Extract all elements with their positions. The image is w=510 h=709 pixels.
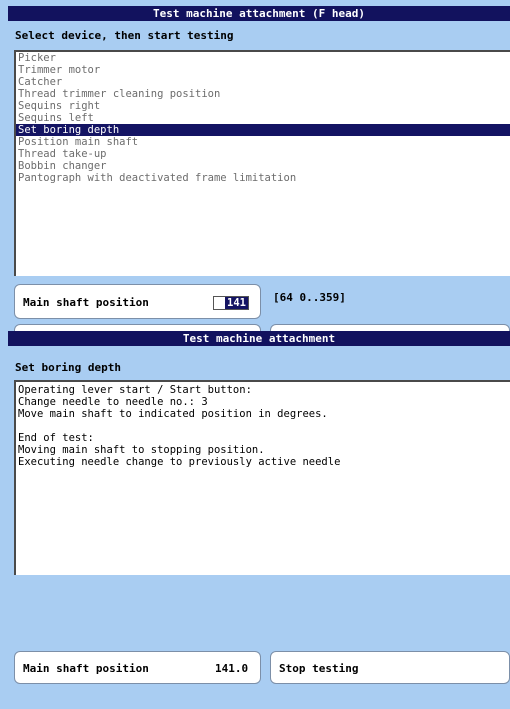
device-list-item[interactable]: Picker: [16, 52, 510, 64]
bottom-heading: Set boring depth: [15, 361, 121, 374]
main-shaft-label-top: Main shaft position: [23, 296, 149, 309]
main-shaft-range: [64 0..359]: [273, 291, 346, 304]
device-list-item[interactable]: Bobbin changer: [16, 160, 510, 172]
device-list-item[interactable]: Sequins left: [16, 112, 510, 124]
description-line: Operating lever start / Start button:: [18, 384, 252, 396]
main-shaft-value-selected: 141: [225, 297, 248, 309]
device-list-item[interactable]: Position main shaft: [16, 136, 510, 148]
bottom-title-bar: Test machine attachment: [8, 331, 510, 346]
test-description-box: Operating lever start / Start button: Cha…: [14, 380, 510, 575]
device-list-item[interactable]: Thread take-up: [16, 148, 510, 160]
stop-testing-label: Stop testing: [279, 662, 359, 675]
description-line: Moving main shaft to stopping position.: [18, 444, 265, 456]
device-list-item[interactable]: Catcher: [16, 76, 510, 88]
main-shaft-value-bottom: 141.0: [215, 662, 249, 675]
main-shaft-position-field-top[interactable]: Main shaft position 141: [14, 284, 261, 319]
description-line: Change needle to needle no.: 3: [18, 396, 208, 408]
description-line: Executing needle change to previously ac…: [18, 456, 341, 468]
main-shaft-value-input[interactable]: 141: [213, 296, 249, 310]
description-line: [18, 420, 508, 432]
stop-testing-button[interactable]: Stop testing: [270, 651, 510, 684]
device-list-item[interactable]: Trimmer motor: [16, 64, 510, 76]
select-device-instruction: Select device, then start testing: [15, 29, 234, 42]
device-list-item[interactable]: Pantograph with deactivated frame limita…: [16, 172, 510, 184]
device-list-item[interactable]: Set boring depth: [16, 124, 510, 136]
main-shaft-label-bottom: Main shaft position: [23, 662, 149, 675]
description-line: Move main shaft to indicated position in…: [18, 408, 328, 420]
device-list[interactable]: Picker Trimmer motor Catcher Thread trimmer…: [14, 50, 510, 276]
main-shaft-position-field-bottom: Main shaft position 141.0: [14, 651, 261, 684]
bottom-title-text: Test machine attachment: [182, 332, 336, 345]
description-line: End of test:: [18, 432, 94, 444]
top-title-text: Test machine attachment (F head): [153, 7, 365, 20]
device-list-item[interactable]: Sequins right: [16, 100, 510, 112]
top-title-bar: Test machine attachment (F head): [8, 6, 510, 21]
device-list-item[interactable]: Thread trimmer cleaning position: [16, 88, 510, 100]
